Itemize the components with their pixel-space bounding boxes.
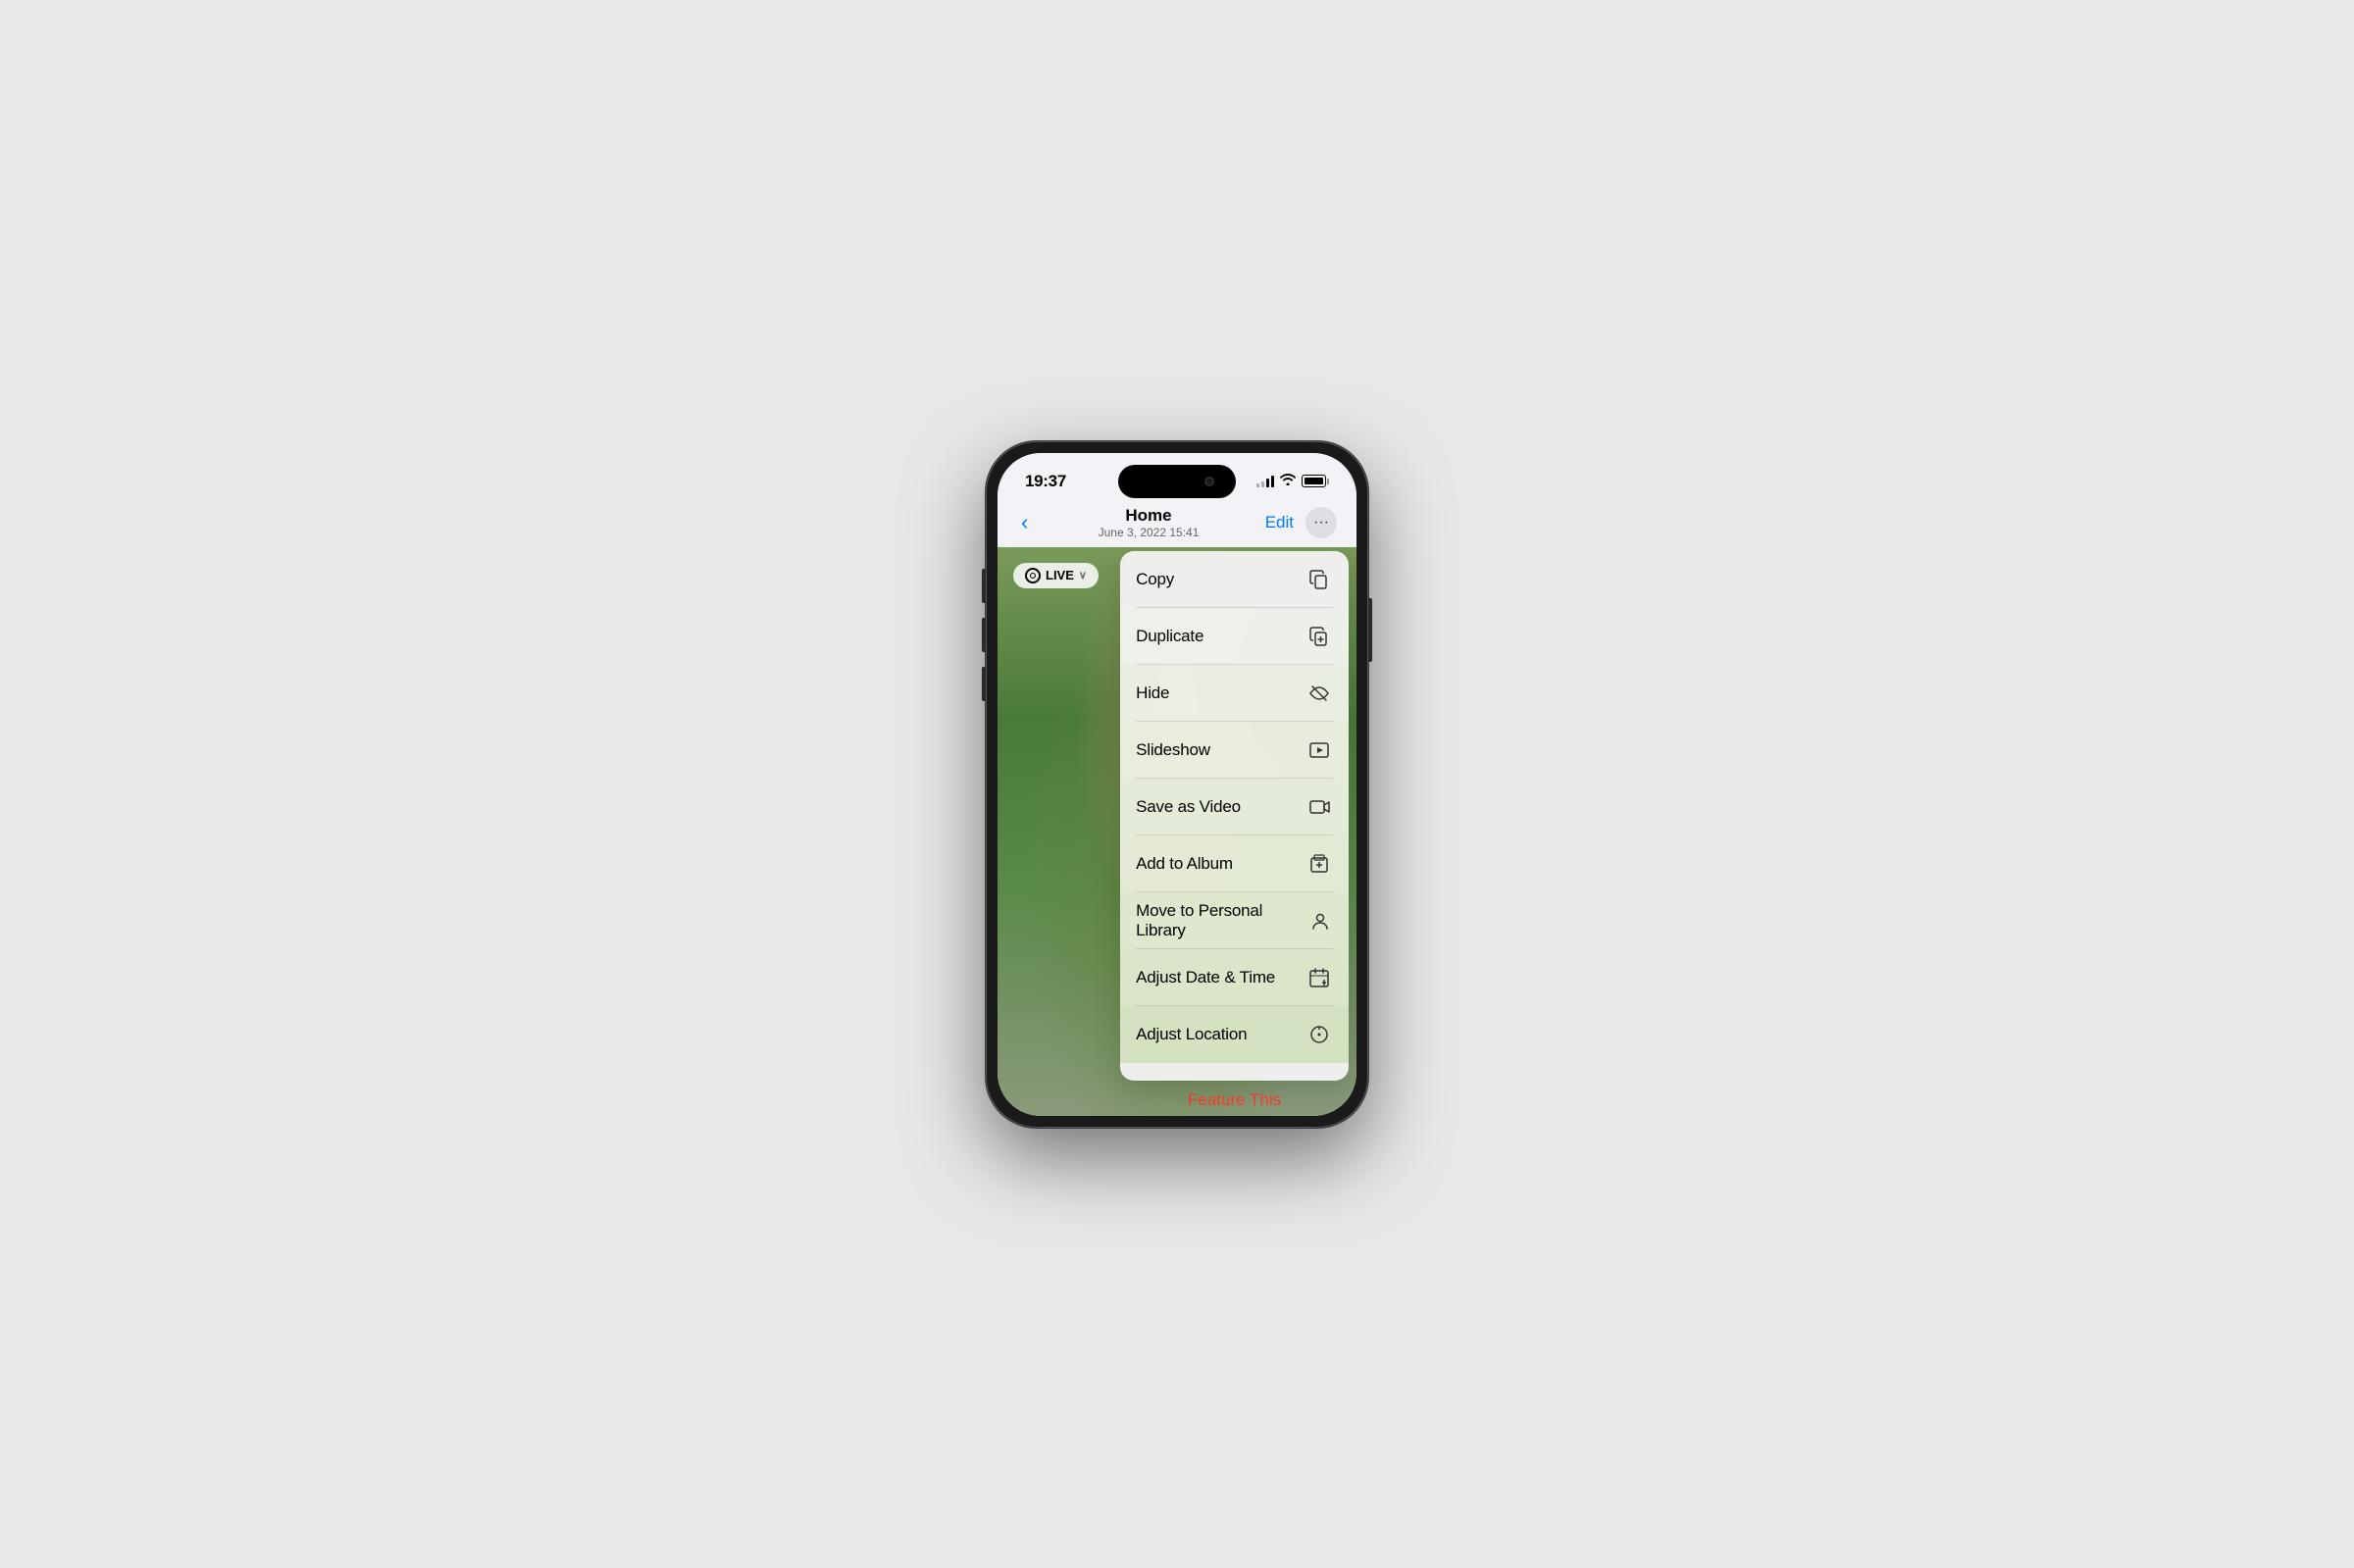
feature-this-button[interactable]: Feature This	[1112, 1085, 1356, 1116]
menu-item-add-to-album[interactable]: Add to Album	[1120, 835, 1349, 892]
menu-label-save-as-video: Save as Video	[1136, 797, 1241, 817]
menu-label-hide: Hide	[1136, 683, 1169, 703]
menu-label-adjust-date-time: Adjust Date & Time	[1136, 968, 1275, 987]
ellipsis-icon: ···	[1313, 514, 1329, 531]
live-badge[interactable]: LIVE ∨	[1013, 563, 1099, 588]
adjust-date-icon	[1305, 967, 1333, 988]
battery-icon	[1302, 475, 1329, 487]
nav-bar: ‹ Home June 3, 2022 15:41 Edit ···	[998, 502, 1356, 547]
menu-label-add-to-album: Add to Album	[1136, 854, 1233, 874]
duplicate-icon	[1305, 626, 1333, 647]
adjust-location-icon	[1305, 1024, 1333, 1045]
menu-item-hide[interactable]: Hide	[1120, 665, 1349, 722]
live-inner-circle	[1030, 573, 1036, 579]
nav-actions: Edit ···	[1265, 507, 1337, 538]
save-as-video-icon	[1305, 796, 1333, 818]
menu-item-adjust-date-time[interactable]: Adjust Date & Time	[1120, 949, 1349, 1006]
copy-icon	[1305, 569, 1333, 590]
personal-library-icon	[1307, 910, 1334, 932]
live-circle-icon	[1025, 568, 1041, 583]
menu-label-copy: Copy	[1136, 570, 1174, 589]
photo-container: LIVE ∨ Copy	[998, 547, 1356, 1116]
menu-item-slideshow[interactable]: Slideshow	[1120, 722, 1349, 779]
feature-this-label: Feature This	[1188, 1090, 1281, 1109]
scene: 19:37	[912, 431, 1442, 1138]
slideshow-icon	[1305, 739, 1333, 761]
menu-item-adjust-location[interactable]: Adjust Location	[1120, 1006, 1349, 1063]
more-button[interactable]: ···	[1305, 507, 1337, 538]
status-bar: 19:37	[998, 453, 1356, 502]
menu-item-duplicate[interactable]: Duplicate	[1120, 608, 1349, 665]
edit-button[interactable]: Edit	[1265, 513, 1294, 532]
signal-icon	[1256, 476, 1274, 487]
wifi-icon	[1280, 474, 1296, 488]
menu-label-duplicate: Duplicate	[1136, 627, 1203, 646]
live-chevron-icon: ∨	[1079, 569, 1087, 582]
dynamic-island	[1118, 465, 1236, 498]
add-to-album-icon	[1305, 853, 1333, 875]
menu-item-save-as-video[interactable]: Save as Video	[1120, 779, 1349, 835]
live-label: LIVE	[1046, 568, 1074, 582]
context-menu-panel: Copy Duplicate	[1120, 551, 1349, 1081]
screen: 19:37	[998, 453, 1356, 1116]
menu-label-slideshow: Slideshow	[1136, 740, 1210, 760]
menu-label-move-to-personal: Move to Personal Library	[1136, 901, 1306, 940]
status-time: 19:37	[1025, 472, 1066, 491]
status-icons	[1256, 474, 1329, 488]
camera-dot	[1204, 477, 1214, 486]
hide-icon	[1305, 683, 1333, 704]
back-button[interactable]: ‹	[1017, 506, 1032, 539]
phone-frame: 19:37	[986, 441, 1368, 1128]
menu-item-copy[interactable]: Copy	[1120, 551, 1349, 608]
menu-label-adjust-location: Adjust Location	[1136, 1025, 1247, 1044]
nav-subtitle: June 3, 2022 15:41	[1099, 526, 1200, 539]
nav-center: Home June 3, 2022 15:41	[1099, 506, 1200, 539]
menu-item-move-to-personal[interactable]: Move to Personal Library	[1120, 892, 1349, 949]
context-menu-overlay: Copy Duplicate	[1112, 547, 1356, 1116]
nav-title: Home	[1099, 506, 1200, 526]
